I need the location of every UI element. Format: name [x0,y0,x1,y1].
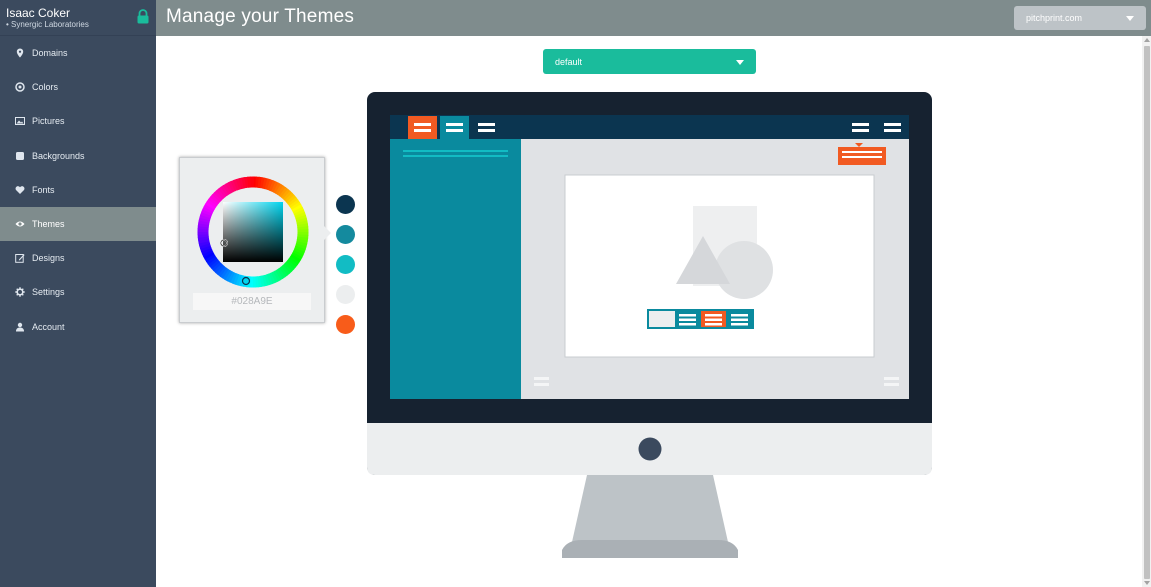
nav-item-label: Fonts [32,184,55,195]
monitor-button-icon [638,437,662,461]
scroll-down-arrow-icon[interactable] [1144,581,1150,585]
nav-item-designs[interactable]: Designs [0,241,156,275]
color-swatch-cyan[interactable] [336,255,355,274]
map-marker-icon [14,48,25,59]
preview-tooltip-line [842,151,882,153]
theme-select[interactable]: default [543,49,756,74]
nav-item-account[interactable]: Account [0,310,156,344]
square-icon [14,150,25,161]
nav-item-label: Pictures [32,116,65,127]
nav-item-label: Themes [32,219,65,230]
site-select-value: pitchprint.com [1026,13,1083,23]
color-swatch-light-gray[interactable] [336,285,355,304]
user-panel: Isaac Coker • Synergic Laboratories [0,0,156,36]
nav-item-domains[interactable]: Domains [0,36,156,70]
scrollbar[interactable] [1142,36,1151,587]
user-name: Isaac Coker [6,6,71,20]
chevron-down-icon [736,60,744,65]
nav-item-colors[interactable]: Colors [0,70,156,104]
hue-handle[interactable] [241,276,251,286]
nav-item-label: Colors [32,82,59,93]
eye-icon [14,219,25,230]
header: Manage your Themes pitchprint.com [156,0,1151,36]
preview-placeholder-circle [715,241,773,299]
picture-icon [14,116,25,127]
gear-icon [14,287,25,298]
nav-item-backgrounds[interactable]: Backgrounds [0,139,156,173]
monitor-stand [572,475,728,542]
theme-select-value: default [555,57,583,67]
picker-pointer [324,226,331,240]
target-icon [14,82,25,93]
site-select[interactable]: pitchprint.com [1014,6,1146,30]
monitor-base [562,540,738,558]
color-swatch-navy[interactable] [336,195,355,214]
nav-item-label: Domains [32,48,68,59]
scroll-thumb[interactable] [1144,46,1150,579]
nav-item-pictures[interactable]: Pictures [0,104,156,138]
user-icon [14,321,25,332]
preview-side-panel [390,139,521,399]
heart-icon [14,184,25,195]
nav-item-label: Settings [32,287,65,298]
sidebar: Isaac Coker • Synergic Laboratories Doma… [0,0,156,587]
color-swatch-orange[interactable] [336,315,355,334]
nav-item-label: Account [32,321,65,332]
theme-preview-monitor [367,92,932,558]
color-swatch-teal[interactable] [336,225,355,244]
scroll-up-arrow-icon[interactable] [1144,38,1150,42]
preview-side-line [403,150,508,152]
saturation-value-shade [223,202,283,262]
nav-item-settings[interactable]: Settings [0,275,156,309]
hex-color-input[interactable] [193,293,311,310]
nav-item-themes[interactable]: Themes [0,206,156,242]
lock-icon[interactable] [136,9,150,24]
preview-toolbar-icons [679,314,748,326]
preview-tab-secondary [440,116,469,139]
nav-item-fonts[interactable]: Fonts [0,173,156,207]
user-organization: • Synergic Laboratories [6,20,89,29]
preview-toolbar-field [649,311,675,327]
nav-item-label: Backgrounds [32,150,85,161]
preview-tab-active [408,116,437,139]
nav-item-label: Designs [32,253,65,264]
preview-tooltip-line [842,156,882,158]
chevron-down-icon [1126,16,1134,21]
preview-side-line [403,155,508,157]
page-title: Manage your Themes [166,6,355,27]
edit-icon [14,253,25,264]
